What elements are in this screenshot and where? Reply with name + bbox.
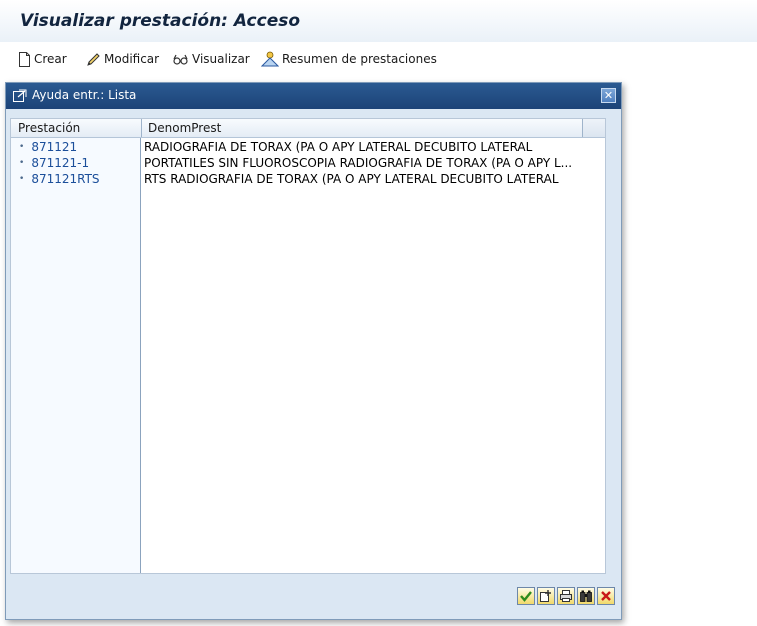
confirm-icon[interactable] <box>517 587 535 605</box>
dialog-header[interactable]: Ayuda entr.: Lista ✕ <box>6 83 621 109</box>
glasses-icon <box>173 54 188 65</box>
footer-button-group <box>517 587 615 605</box>
prestacion-code[interactable]: 871121RTS <box>19 172 99 186</box>
dialog-title: Ayuda entr.: Lista <box>32 88 137 102</box>
application-toolbar: Crear Modificar Visualizar Resumen de pr… <box>0 42 757 74</box>
list-item[interactable]: 871121-1 PORTATILES SIN FLUOROSCOPIA RAD… <box>11 156 605 172</box>
prestacion-description: RTS RADIOGRAFIA DE TORAX (PA O APY LATER… <box>144 172 559 186</box>
find-icon[interactable] <box>577 587 595 605</box>
crear-button[interactable]: Crear <box>18 50 67 68</box>
empty-workarea <box>622 74 757 626</box>
list-header: Prestación DenomPrest <box>11 119 605 138</box>
list-item[interactable]: 871121RTS RTS RADIOGRAFIA DE TORAX (PA O… <box>11 172 605 188</box>
visualizar-label: Visualizar <box>192 52 250 66</box>
value-help-dialog: Ayuda entr.: Lista ✕ Prestación DenomPre… <box>5 82 622 620</box>
list-item[interactable]: 871121 RADIOGRAFIA DE TORAX (PA O APY LA… <box>11 140 605 156</box>
title-bar: Visualizar prestación: Acceso <box>0 0 757 43</box>
close-icon[interactable]: ✕ <box>601 88 616 103</box>
crear-label: Crear <box>34 52 67 66</box>
modificar-button[interactable]: Modificar <box>86 50 159 68</box>
pencil-icon <box>87 52 100 66</box>
prestacion-description: RADIOGRAFIA DE TORAX (PA O APY LATERAL D… <box>144 140 533 154</box>
column-separator[interactable] <box>141 119 142 137</box>
prestacion-description: PORTATILES SIN FLUOROSCOPIA RADIOGRAFIA … <box>144 156 573 170</box>
prestacion-code[interactable]: 871121 <box>19 140 77 154</box>
column-header-prestacion[interactable]: Prestación <box>18 121 80 135</box>
new-entry-icon[interactable] <box>537 587 555 605</box>
result-list: Prestación DenomPrest 871121 RADIOGRAFIA… <box>10 118 606 574</box>
resumen-label: Resumen de prestaciones <box>282 52 437 66</box>
cancel-icon[interactable] <box>597 587 615 605</box>
page-title: Visualizar prestación: Acceso <box>20 11 301 31</box>
resumen-prestaciones-button[interactable]: Resumen de prestaciones <box>261 50 437 68</box>
modificar-label: Modificar <box>104 52 160 66</box>
services-overview-icon <box>261 51 279 67</box>
new-document-icon <box>19 51 30 67</box>
column-header-denomprest[interactable]: DenomPrest <box>148 121 221 135</box>
print-icon[interactable] <box>557 587 575 605</box>
visualizar-button[interactable]: Visualizar <box>172 50 250 68</box>
dialog-footer <box>6 577 621 619</box>
prestacion-code[interactable]: 871121-1 <box>19 156 89 170</box>
column-settings-cell[interactable] <box>582 119 605 137</box>
dialog-window-icon <box>13 89 27 102</box>
